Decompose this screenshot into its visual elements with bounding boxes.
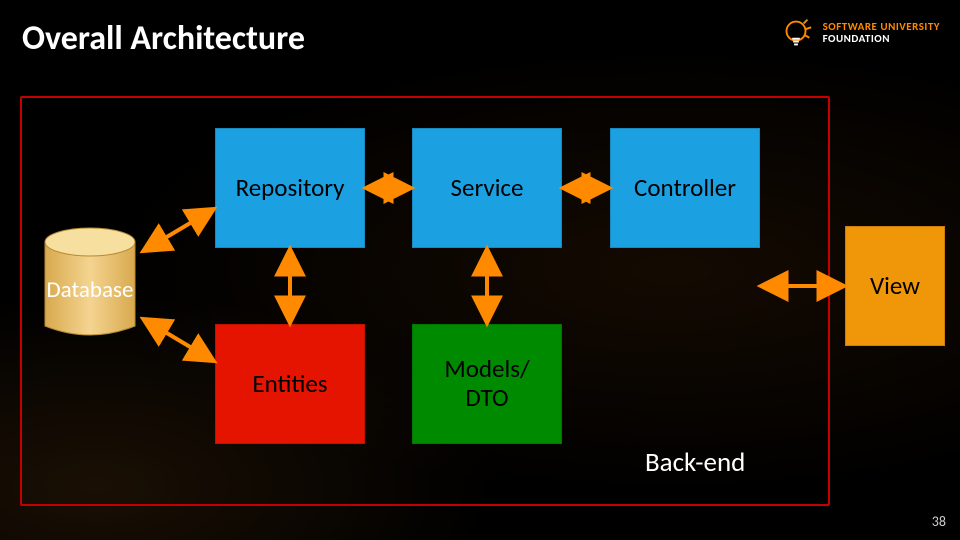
view-box: View <box>845 226 945 346</box>
suf-logo: SOFTWARE UNIVERSITY FOUNDATION <box>777 14 940 52</box>
architecture-diagram: Overall Architecture SOFTWARE UNIVERSITY… <box>0 0 960 540</box>
database-label: Database <box>28 276 152 304</box>
entities-box: Entities <box>215 324 365 444</box>
repository-box: Repository <box>215 128 365 248</box>
backend-label: Back-end <box>645 446 745 479</box>
models-dto-box: Models/ DTO <box>412 324 562 444</box>
logo-text: SOFTWARE UNIVERSITY FOUNDATION <box>823 21 940 44</box>
service-box: Service <box>412 128 562 248</box>
lightbulb-icon <box>777 14 815 52</box>
slide-title: Overall Architecture <box>22 18 305 59</box>
controller-box: Controller <box>610 128 760 248</box>
slide-number: 38 <box>932 513 946 530</box>
